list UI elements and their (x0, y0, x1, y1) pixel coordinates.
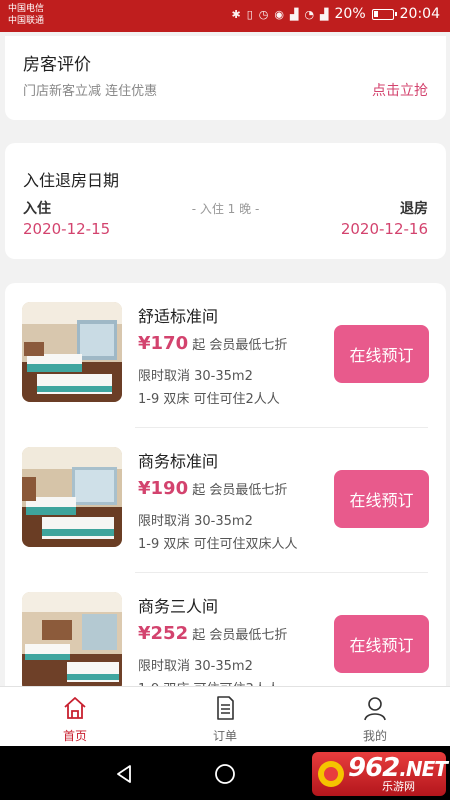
room-item[interactable]: 商务三人间 ¥252 起 会员最低七折 限时取消 30-35m2 1-9 双床 … (5, 573, 446, 703)
clock: 20:04 (399, 6, 440, 22)
bottom-tab-bar: 首页 订单 我的 (0, 686, 450, 746)
checkout-label: 退房 (400, 201, 428, 217)
tab-home[interactable]: 首页 (0, 687, 150, 747)
watermark-tagline: 乐游网 (382, 780, 415, 793)
home-circle-icon[interactable] (213, 762, 237, 786)
room-beds: 1-9 双床 可住可住2人人 (138, 392, 280, 407)
book-online-button[interactable]: 在线预订 (334, 615, 429, 673)
room-price-line: ¥252 起 会员最低七折 (138, 623, 287, 644)
grab-deal-link[interactable]: 点击立抢 (372, 80, 428, 100)
alarm-icon: ◷ (258, 7, 269, 21)
room-price: ¥252 (138, 623, 189, 644)
room-price-note: 起 会员最低七折 (192, 338, 288, 353)
room-item[interactable]: 商务标准间 ¥190 起 会员最低七折 限时取消 30-35m2 1-9 双床 … (5, 428, 446, 573)
reviews-card: 房客评价 门店新客立减 连住优惠 点击立抢 (5, 36, 446, 120)
order-document-icon (217, 696, 234, 720)
room-price-note: 起 会员最低七折 (192, 483, 288, 498)
home-icon (64, 697, 86, 719)
tab-home-label: 首页 (62, 729, 87, 743)
battery-icon (371, 8, 397, 20)
wifi-icon: ◔ (304, 7, 315, 21)
room-name: 商务三人间 (138, 597, 219, 616)
checkin-date[interactable]: 2020-12-15 (23, 220, 110, 238)
status-bar: 中国电信 中国联通 ✱ ▯ ◷ ◉ ▟ ◔ ▟ 20% 20:04 (0, 0, 450, 32)
room-name: 商务标准间 (138, 452, 219, 471)
user-icon (364, 697, 386, 721)
watermark-emblem-icon (318, 761, 344, 787)
tab-mine-label: 我的 (362, 729, 387, 743)
dates-card[interactable]: 入住退房日期 入住 - 入住 1 晚 - 退房 2020-12-15 2020-… (5, 143, 446, 259)
status-icons: ✱ ▯ ◷ ◉ ▟ ◔ ▟ 20% 20:04 (231, 6, 440, 22)
room-photo (22, 302, 122, 402)
reviews-subtitle: 门店新客立减 连住优惠 (23, 84, 158, 99)
checkout-date[interactable]: 2020-12-16 (341, 220, 428, 238)
dates-title: 入住退房日期 (23, 171, 120, 190)
bluetooth-icon: ✱ (231, 7, 241, 21)
watermark-logo: 962.NET 乐游网 (312, 752, 448, 796)
book-online-button[interactable]: 在线预订 (334, 325, 429, 383)
signal-2g-icon: ▟ (289, 7, 299, 21)
carrier-2: 中国联通 (8, 16, 45, 26)
tab-orders-label: 订单 (212, 729, 237, 743)
room-policy: 限时取消 30-35m2 (138, 659, 253, 674)
room-price-line: ¥190 起 会员最低七折 (138, 478, 287, 499)
carrier-info: 中国电信 中国联通 (8, 3, 44, 27)
tab-mine[interactable]: 我的 (300, 687, 450, 747)
back-icon[interactable] (113, 763, 135, 785)
room-price-line: ¥170 起 会员最低七折 (138, 333, 287, 354)
room-name: 舒适标准间 (138, 307, 219, 326)
room-list[interactable]: 舒适标准间 ¥170 起 会员最低七折 限时取消 30-35m2 1-9 双床 … (5, 283, 446, 703)
nights-count: - 入住 1 晚 - (191, 202, 260, 216)
tab-orders[interactable]: 订单 (150, 687, 300, 747)
room-policy: 限时取消 30-35m2 (138, 514, 253, 529)
signal-4g-icon: ▟ (320, 7, 329, 21)
room-beds: 1-9 双床 可住可住双床人人 (138, 537, 298, 552)
book-online-button[interactable]: 在线预订 (334, 470, 429, 528)
room-photo (22, 447, 122, 547)
room-price-note: 起 会员最低七折 (192, 628, 288, 643)
room-photo (22, 592, 122, 692)
battery-percent: 20% (334, 6, 366, 22)
vibrate-icon: ▯ (246, 7, 253, 21)
room-price: ¥190 (138, 478, 189, 499)
reviews-title: 房客评价 (23, 55, 91, 75)
room-policy: 限时取消 30-35m2 (138, 369, 253, 384)
carrier-1: 中国电信 (8, 4, 45, 14)
room-item[interactable]: 舒适标准间 ¥170 起 会员最低七折 限时取消 30-35m2 1-9 双床 … (5, 283, 446, 428)
eye-icon: ◉ (274, 7, 284, 21)
room-price: ¥170 (138, 333, 189, 354)
